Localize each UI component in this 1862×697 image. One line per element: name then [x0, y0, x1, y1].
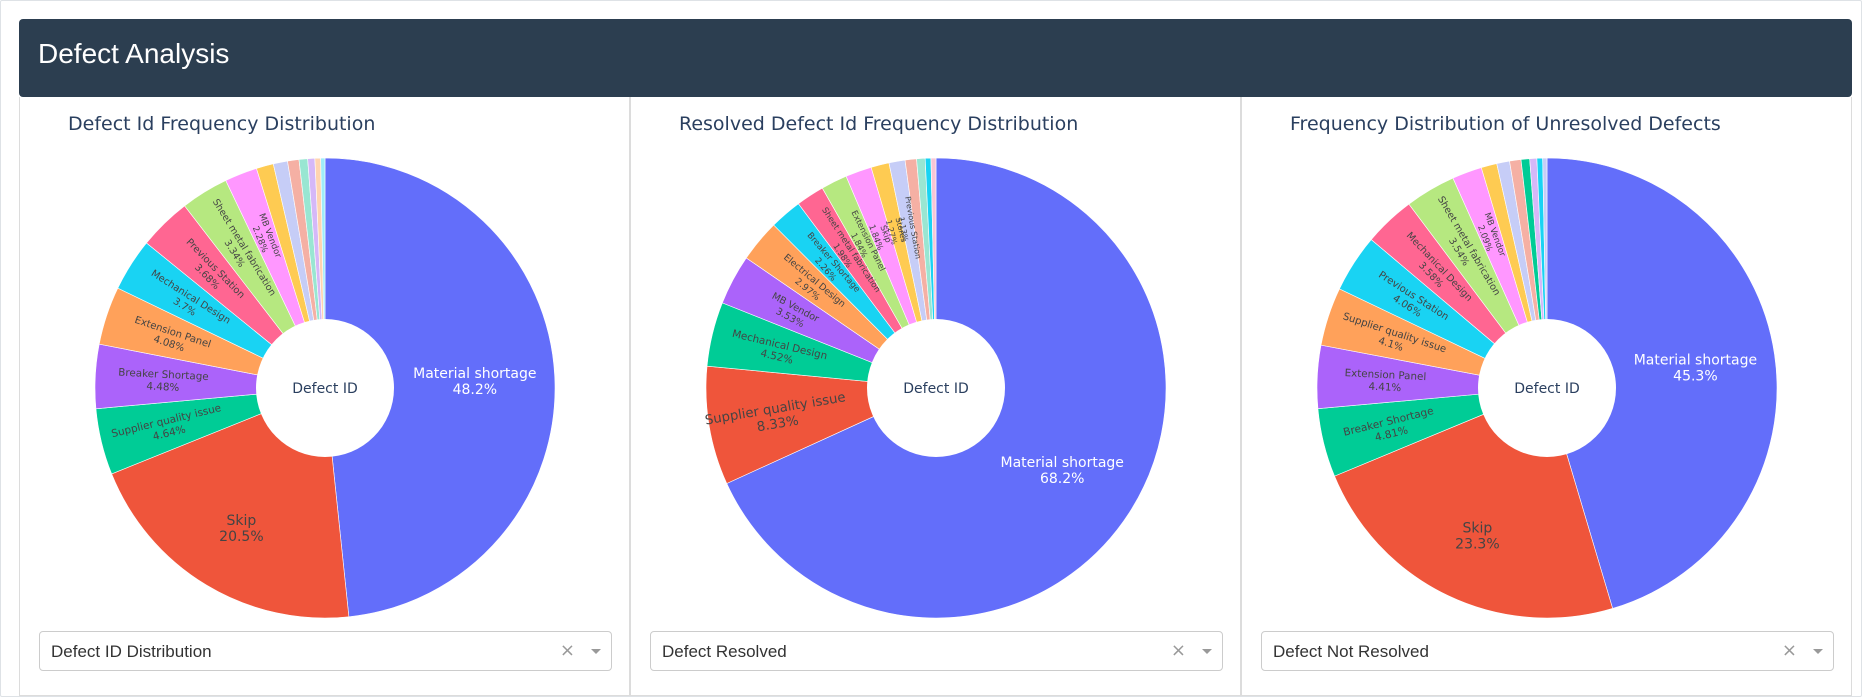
slice-label-percent: 20.5% [219, 529, 263, 545]
clear-icon[interactable]: × [1171, 640, 1186, 661]
chart-title: Frequency Distribution of Unresolved Def… [1290, 113, 1721, 135]
unresolved-defect-chart-panel: Frequency Distribution of Unresolved Def… [1241, 97, 1852, 696]
resolved-defect-chart-panel: Resolved Defect Id Frequency Distributio… [630, 97, 1241, 696]
slice-label-name: Material shortage [413, 366, 536, 382]
unresolved-defect-pie-chart[interactable]: Frequency Distribution of Unresolved Def… [1242, 97, 1853, 627]
defect-id-chart-panel: Defect Id Frequency Distribution Material… [19, 97, 630, 696]
clear-icon[interactable]: × [560, 640, 575, 661]
chevron-down-icon[interactable] [1813, 649, 1823, 654]
clear-icon[interactable]: × [1782, 640, 1797, 661]
dashboard-header: Defect Analysis [19, 19, 1852, 97]
donut-center-label: Defect ID [1514, 381, 1579, 397]
page-title: Defect Analysis [38, 38, 230, 69]
slice-label-percent: 45.3% [1673, 368, 1717, 384]
chevron-down-icon[interactable] [1202, 649, 1212, 654]
dropdown-selected-value: Defect ID Distribution [51, 642, 212, 661]
slice-label-percent: 48.2% [453, 382, 497, 398]
chart-select-dropdown[interactable]: Defect Not Resolved × [1261, 631, 1834, 671]
defect-id-pie-chart[interactable]: Defect Id Frequency Distribution Material… [20, 97, 631, 627]
dropdown-selected-value: Defect Resolved [662, 642, 787, 661]
slice-label-name: Material shortage [1634, 352, 1757, 368]
slice-label-name: Skip [227, 513, 257, 529]
chevron-down-icon[interactable] [591, 649, 601, 654]
donut-center-label: Defect ID [292, 381, 357, 397]
dropdown-selected-value: Defect Not Resolved [1273, 642, 1429, 661]
slice-label-name: Skip [1463, 520, 1493, 536]
chart-select-dropdown[interactable]: Defect ID Distribution × [39, 631, 612, 671]
chart-select-dropdown[interactable]: Defect Resolved × [650, 631, 1223, 671]
slice-label-percent: 4.48% [146, 380, 180, 394]
slice-label-percent: 68.2% [1040, 471, 1084, 487]
chart-title: Defect Id Frequency Distribution [68, 113, 375, 135]
chart-title: Resolved Defect Id Frequency Distributio… [679, 113, 1078, 135]
slice-label-name: Material shortage [1001, 455, 1124, 471]
resolved-defect-pie-chart[interactable]: Resolved Defect Id Frequency Distributio… [631, 97, 1242, 627]
slice-label-percent: 23.3% [1455, 536, 1499, 552]
donut-center-label: Defect ID [903, 381, 968, 397]
slice-label-percent: 4.41% [1368, 381, 1401, 395]
